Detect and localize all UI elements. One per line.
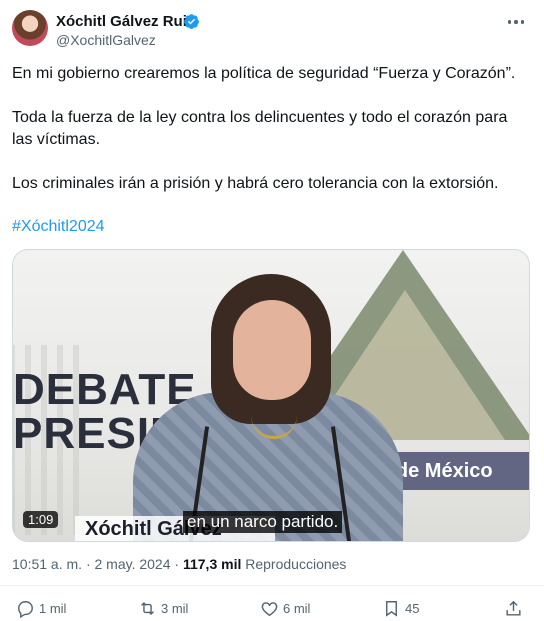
video-duration: 1:09 (23, 511, 59, 528)
heart-icon (261, 602, 278, 617)
tweet-paragraph: En mi gobierno crearemos la política de … (12, 65, 516, 82)
repost-icon (141, 601, 154, 616)
like-count: 6 mil (283, 601, 311, 616)
like-button[interactable]: 6 mil (260, 599, 310, 618)
reply-icon (18, 601, 33, 618)
meta-separator: · (85, 556, 91, 572)
views-label: Reproducciones (245, 556, 347, 572)
bookmark-icon (386, 601, 397, 617)
repost-button[interactable]: 3 mil (138, 599, 188, 618)
author-name[interactable]: Xóchitl Gálvez Ruiz (56, 12, 194, 32)
video-subtitle: en un narco partido. (183, 511, 343, 533)
tweet-time[interactable]: 10:51 a. m. (12, 556, 82, 572)
tweet-paragraph: Toda la fuerza de la ley contra los deli… (12, 109, 508, 148)
more-options-icon[interactable] (504, 12, 528, 32)
tweet-paragraph: Los criminales irán a prisión y habrá ce… (12, 175, 499, 192)
share-icon (506, 600, 521, 616)
reply-button[interactable]: 1 mil (16, 599, 66, 618)
meta-separator: · (174, 556, 180, 572)
action-bar: 1 mil 3 mil 6 mil 45 (0, 585, 544, 621)
tweet-date[interactable]: 2 may. 2024 (95, 556, 171, 572)
reply-count: 1 mil (39, 601, 67, 616)
repost-count: 3 mil (161, 601, 189, 616)
avatar[interactable] (12, 10, 48, 46)
author-handle[interactable]: @XochitlGalvez (56, 31, 156, 50)
share-button[interactable] (504, 599, 523, 618)
video-player[interactable]: DEBATE PRESIDE llo de México Xóchitl Gál… (12, 249, 530, 542)
speaker-figure (133, 274, 403, 541)
verified-badge-icon (184, 14, 199, 29)
tweet-meta: 10:51 a. m. · 2 may. 2024 · 117,3 mil Re… (12, 555, 346, 574)
hashtag-link[interactable]: #Xóchitl2024 (12, 216, 105, 238)
bookmark-count: 45 (405, 601, 420, 616)
bookmark-button[interactable]: 45 (382, 599, 419, 618)
views-count: 117,3 mil (182, 556, 242, 572)
